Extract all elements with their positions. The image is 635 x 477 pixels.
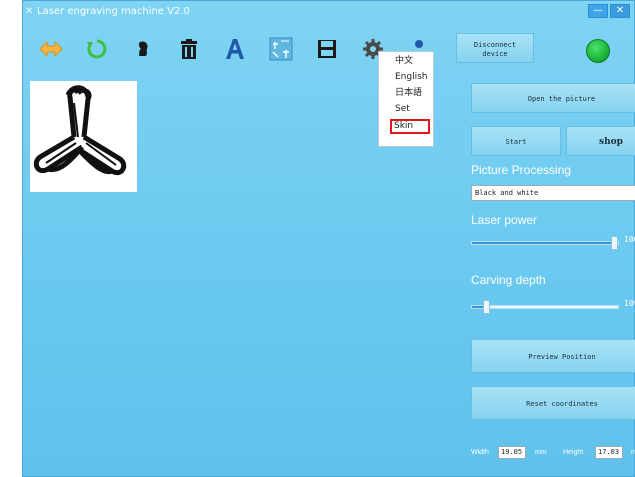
dimensions-row: Width 19.05 mm Height 17.03 mm — [471, 446, 635, 460]
laser-power-slider[interactable] — [471, 236, 619, 250]
height-label: Height — [563, 449, 584, 456]
rotate-button[interactable] — [83, 35, 111, 63]
width-input[interactable]: 19.05 — [498, 446, 526, 459]
disconnect-button[interactable]: Disconnect device — [456, 33, 534, 63]
mm-inch-icon — [269, 37, 293, 61]
width-label: Width — [471, 449, 489, 456]
trash-icon — [181, 39, 197, 59]
tri-link-logo-image — [33, 85, 127, 175]
carving-depth-thumb[interactable] — [483, 300, 490, 314]
height-input[interactable]: 17.03 — [595, 446, 623, 459]
carving-depth-value: 10% — [624, 299, 635, 308]
menu-item-set[interactable]: Set — [379, 103, 433, 116]
language-menu: 中文 English 日本語 Set Skin — [378, 51, 434, 147]
window-title: Laser engraving machine V2.0 — [37, 6, 190, 17]
carving-depth-slider[interactable] — [471, 300, 619, 314]
arrows-icon — [39, 40, 63, 58]
image-button[interactable] — [129, 35, 157, 63]
control-panel: Disconnect device Open the picture Start… — [446, 1, 635, 477]
text-icon — [226, 39, 244, 59]
menu-item-english[interactable]: English — [379, 71, 433, 84]
laser-power-label: Laser power — [471, 213, 538, 227]
app-window: ✕ Laser engraving machine V2.0 — ✕ 中文 En… — [22, 0, 635, 477]
floppy-icon — [318, 40, 336, 58]
laser-power-thumb[interactable] — [611, 236, 618, 250]
disconnect-label-line2: device — [482, 50, 508, 58]
laser-power-value: 100% — [624, 235, 635, 244]
silhouette-icon — [138, 41, 148, 56]
preview-position-button[interactable]: Preview Position — [471, 339, 635, 373]
open-picture-button[interactable]: Open the picture — [471, 83, 635, 113]
reset-coordinates-button[interactable]: Reset coordinates — [471, 386, 635, 420]
menu-item-skin[interactable]: Skin — [390, 119, 430, 134]
delete-button[interactable] — [175, 35, 203, 63]
picture-processing-label: Picture Processing — [471, 163, 572, 177]
laser-power-fill — [472, 242, 618, 244]
shop-button[interactable]: shop — [566, 126, 635, 156]
arrows-button[interactable] — [37, 35, 65, 63]
menu-item-japanese[interactable]: 日本語 — [379, 87, 433, 100]
rotate-icon — [87, 39, 107, 59]
width-unit-label: mm — [535, 449, 547, 456]
save-button[interactable] — [313, 35, 341, 63]
picture-processing-value: Black and white — [475, 189, 539, 197]
disconnect-label-line1: Disconnect — [473, 41, 517, 49]
start-button[interactable]: Start — [471, 126, 561, 156]
units-button[interactable] — [267, 35, 295, 63]
carving-depth-label: Carving depth — [471, 273, 546, 287]
engraving-canvas[interactable] — [30, 81, 137, 192]
text-button[interactable] — [221, 35, 249, 63]
picture-processing-select[interactable]: Black and white ▼ — [471, 185, 635, 201]
menu-item-chinese[interactable]: 中文 — [379, 55, 433, 68]
connection-status-indicator — [586, 39, 610, 63]
app-icon: ✕ — [25, 6, 34, 17]
height-unit-label: mm — [631, 449, 635, 456]
